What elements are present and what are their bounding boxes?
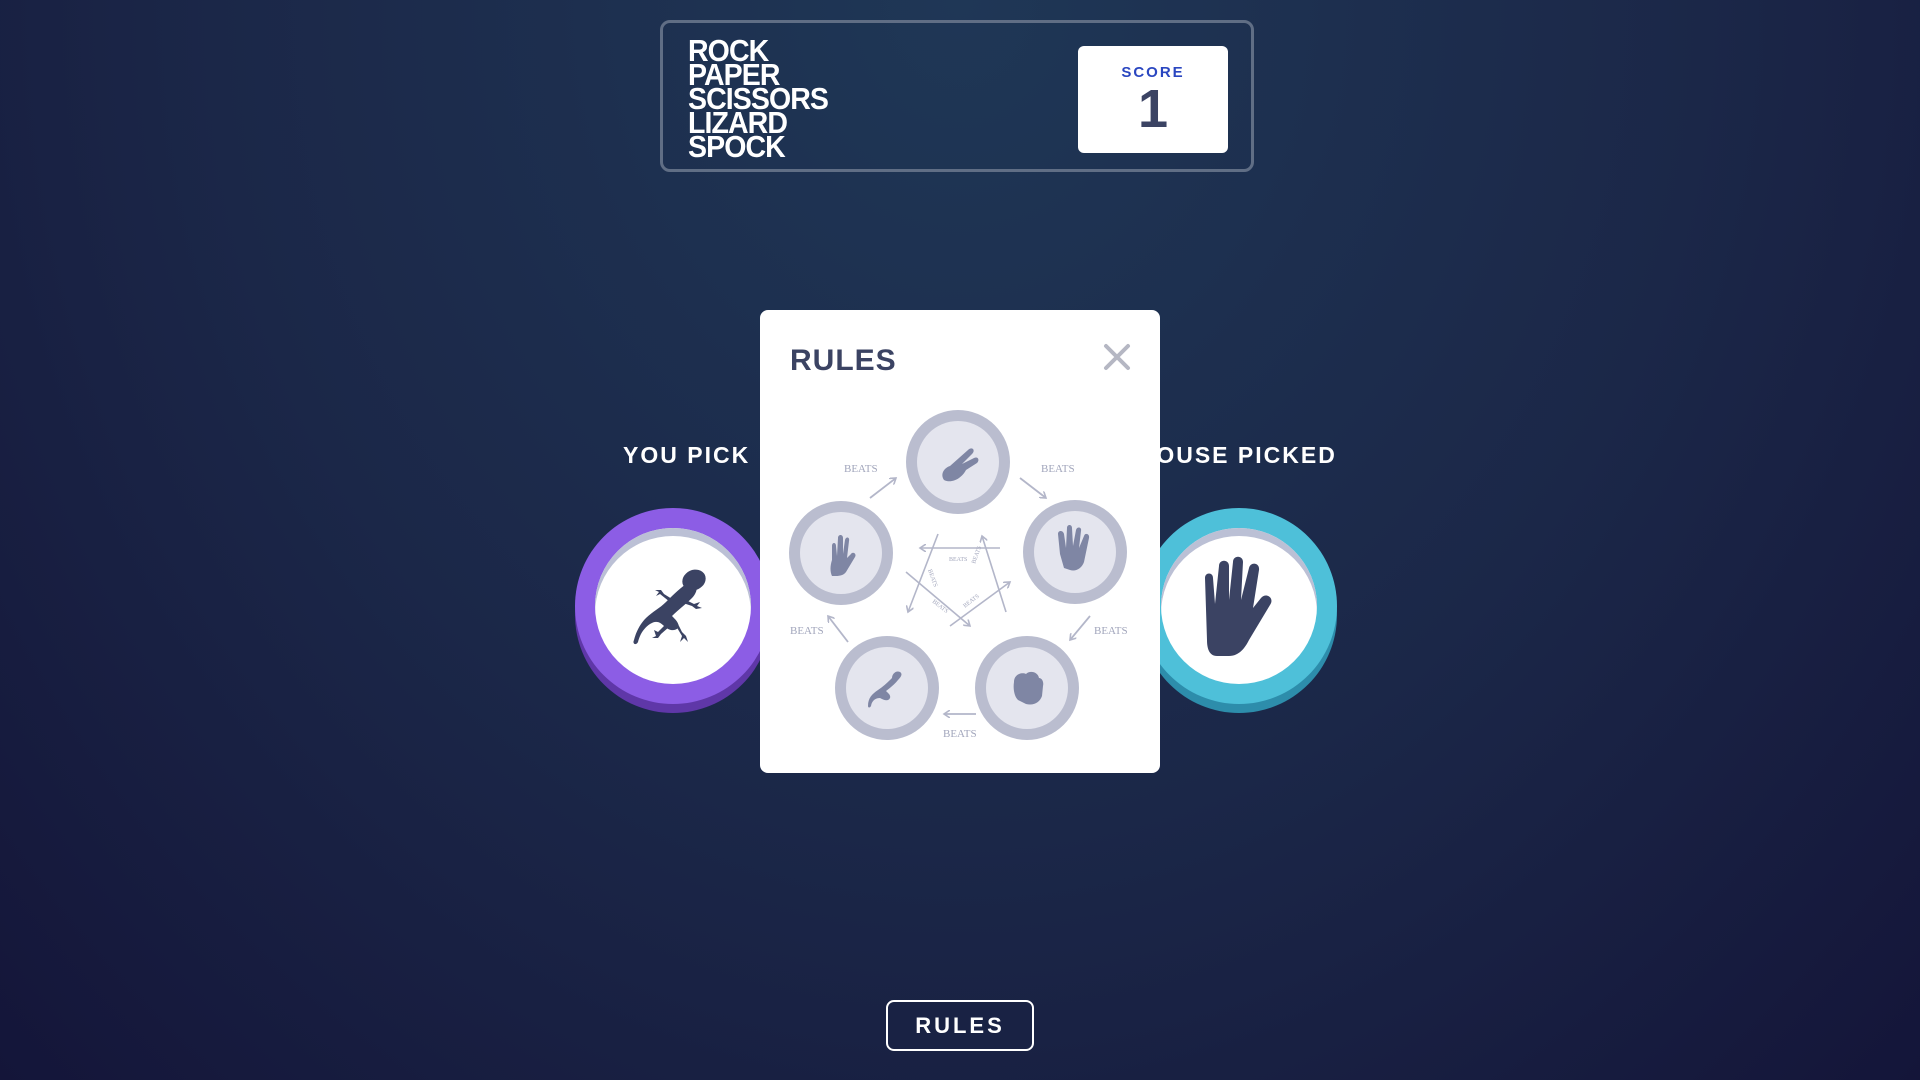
beats-label: BEATS bbox=[926, 569, 938, 588]
beats-label: BEATS bbox=[1094, 625, 1128, 637]
spock-icon bbox=[1205, 556, 1272, 656]
house-choice-spock-token bbox=[1141, 508, 1337, 704]
beats-label: BEATS bbox=[790, 625, 824, 637]
rules-modal: RULES BEATS BEATS BEATS BEATS BEATS BEAT… bbox=[760, 310, 1160, 773]
beats-label: BEATS bbox=[963, 594, 981, 610]
house-token-face bbox=[1161, 528, 1317, 684]
score-value: 1 bbox=[1137, 79, 1169, 139]
inner-beats-labels: BEATS BEATS BEATS BEATS BEATS bbox=[926, 545, 983, 614]
rule-node-lizard bbox=[835, 636, 939, 740]
score-box: SCORE 1 bbox=[1078, 46, 1228, 153]
beats-label: BEATS bbox=[844, 463, 878, 475]
player-token-face bbox=[595, 528, 751, 684]
beats-label: BEATS bbox=[1041, 463, 1075, 475]
beats-label: BEATS bbox=[949, 557, 967, 563]
game-title: ROCK PAPER SCISSORS LIZARD SPOCK bbox=[688, 35, 840, 164]
rules-button[interactable]: RULES bbox=[886, 1000, 1034, 1051]
player-choice-lizard-token bbox=[575, 508, 771, 704]
lizard-icon bbox=[633, 569, 706, 645]
title-line-spock: SPOCK bbox=[688, 129, 786, 164]
beats-label: BEATS bbox=[943, 728, 977, 740]
rule-node-scissors bbox=[906, 410, 1010, 514]
rule-node-paper bbox=[1023, 500, 1127, 604]
rule-node-spock bbox=[789, 501, 893, 605]
you-pick-label: YOU PICK bbox=[623, 442, 751, 468]
inner-star-arrows bbox=[905, 533, 1010, 626]
rule-node-rock bbox=[975, 636, 1079, 740]
rules-diagram: BEATS BEATS BEATS BEATS BEATS BEATS BEAT… bbox=[789, 410, 1128, 740]
header-scoreboard: ROCK PAPER SCISSORS LIZARD SPOCK SCORE 1 bbox=[660, 20, 1254, 172]
